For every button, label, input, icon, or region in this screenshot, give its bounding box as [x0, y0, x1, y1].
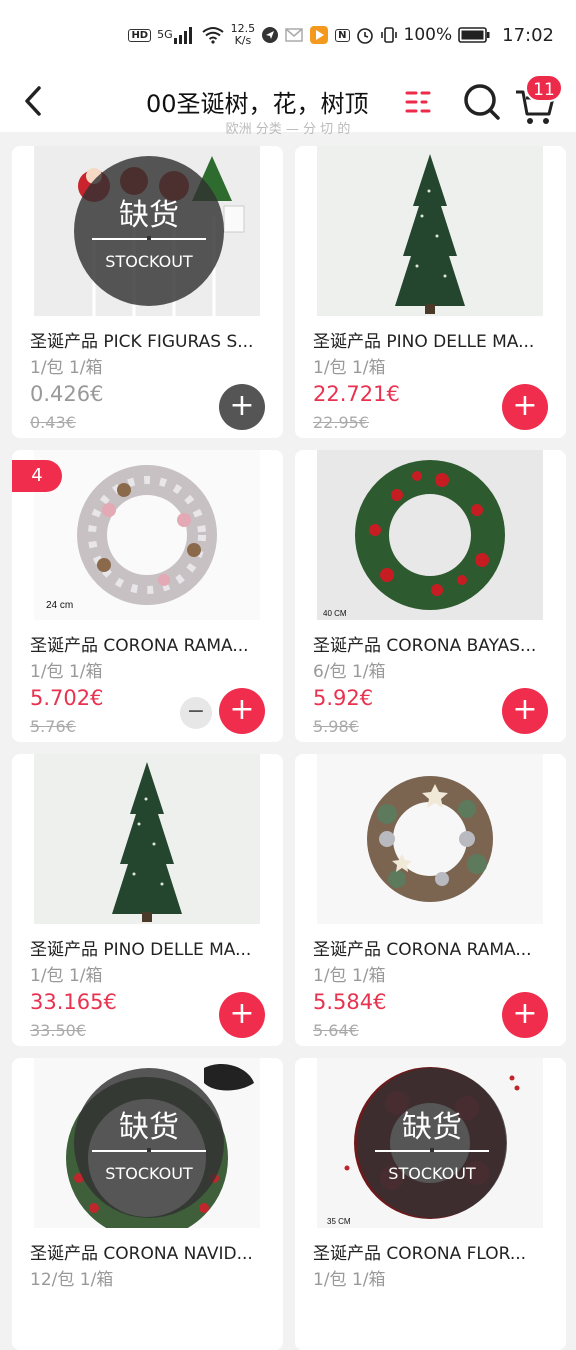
product-price: 33.165€: [30, 990, 117, 1014]
status-bar: HD 5G 12.5 K/s N 100% 17:02: [0, 0, 576, 70]
add-to-cart-button[interactable]: +: [219, 992, 265, 1038]
product-name[interactable]: 圣诞产品 PINO DELLE MA...: [313, 327, 559, 352]
product-card[interactable]: 缺货 STOCKOUT 圣诞产品 PICK FIGURAS S... 1/包 1/…: [12, 146, 283, 438]
product-pack: 1/包 1/箱: [30, 966, 103, 986]
product-card[interactable]: 35 CM 缺货 STOCKOUT 圣诞产品 CORONA FLOR... 1/包…: [295, 1058, 566, 1350]
product-old-price: 5.76€: [30, 717, 76, 736]
stockout-en: STOCKOUT: [105, 1164, 193, 1183]
product-pack: 1/包 1/箱: [313, 966, 386, 986]
hd-indicator: HD: [128, 28, 152, 42]
product-pack: 1/包 1/箱: [313, 1270, 386, 1290]
product-name[interactable]: 圣诞产品 CORONA BAYAS...: [313, 631, 559, 656]
product-image[interactable]: [317, 146, 543, 316]
product-pack: 1/包 1/箱: [30, 358, 103, 378]
product-card[interactable]: 24 cm 4 圣诞产品 CORONA RAMA... 1/包 1/箱 5.702€ 5.…: [12, 450, 283, 742]
back-icon[interactable]: [18, 84, 48, 118]
product-pack: 1/包 1/箱: [313, 358, 386, 378]
page-title: 00圣诞树，花，树顶: [146, 90, 369, 118]
product-price: 5.584€: [313, 990, 387, 1014]
product-old-price: 5.98€: [313, 717, 359, 736]
product-old-price: 0.43€: [30, 413, 76, 432]
decrease-quantity-button[interactable]: −: [180, 697, 212, 729]
battery-percent: 100%: [403, 25, 453, 45]
product-name[interactable]: 圣诞产品 CORONA RAMA...: [30, 631, 276, 656]
product-name[interactable]: 圣诞产品 PINO DELLE MA...: [30, 935, 276, 960]
stockout-en: STOCKOUT: [388, 1164, 476, 1183]
size-label: 35 CM: [327, 1217, 351, 1226]
add-to-cart-button[interactable]: +: [502, 688, 548, 734]
stockout-divider-dot: [147, 1148, 151, 1152]
product-old-price: 22.95€: [313, 413, 369, 432]
add-to-cart-button[interactable]: +: [219, 384, 265, 430]
product-price: 5.702€: [30, 686, 104, 710]
stockout-cn: 缺货: [402, 1110, 462, 1145]
stockout-en: STOCKOUT: [105, 252, 193, 271]
alarm-icon: [356, 26, 374, 44]
product-card[interactable]: 圣诞产品 PINO DELLE MA... 1/包 1/箱 33.165€ 33.50…: [12, 754, 283, 1046]
product-image[interactable]: 24 cm: [34, 450, 260, 620]
speed-unit: K/s: [234, 34, 252, 47]
cart-count-badge: 11: [525, 74, 563, 102]
location-icon: [261, 26, 279, 44]
product-card[interactable]: 圣诞产品 PINO DELLE MA... 1/包 1/箱 22.721€ 22.95…: [295, 146, 566, 438]
vibrate-icon: [380, 26, 398, 44]
clock-time: 17:02: [502, 24, 554, 46]
video-app-icon: [309, 25, 329, 45]
size-label: 24 cm: [46, 600, 73, 611]
wifi-icon: [201, 26, 225, 44]
category-hint: 欧洲 分类 — 分 切 的: [225, 122, 351, 137]
filter-menu-icon[interactable]: [404, 88, 432, 116]
search-icon[interactable]: [462, 82, 502, 122]
mail-icon: [285, 28, 303, 42]
product-price: 5.92€: [313, 686, 374, 710]
product-name[interactable]: 圣诞产品 CORONA RAMA...: [313, 935, 559, 960]
stockout-divider-dot: [147, 236, 151, 240]
product-image[interactable]: [317, 754, 543, 924]
product-card[interactable]: 40 CM 圣诞产品 CORONA BAYAS... 6/包 1/箱 5.92€ 5.9…: [295, 450, 566, 742]
product-pack: 12/包 1/箱: [30, 1270, 114, 1290]
product-price: 0.426€: [30, 382, 104, 406]
nfc-icon: N: [335, 28, 350, 42]
product-grid: 缺货 STOCKOUT 圣诞产品 PICK FIGURAS S... 1/包 1/…: [12, 146, 567, 1350]
product-old-price: 5.64€: [313, 1021, 359, 1040]
product-name[interactable]: 圣诞产品 CORONA FLOR...: [313, 1239, 559, 1264]
product-name[interactable]: 圣诞产品 CORONA NAVID...: [30, 1239, 276, 1264]
stockout-cn: 缺货: [119, 198, 179, 233]
product-pack: 6/包 1/箱: [313, 662, 386, 682]
stockout-badge: 缺货 STOCKOUT: [357, 1068, 507, 1218]
product-card[interactable]: 缺货 STOCKOUT 圣诞产品 CORONA NAVID... 12/包 1/箱: [12, 1058, 283, 1350]
product-image[interactable]: [34, 754, 260, 924]
product-name[interactable]: 圣诞产品 PICK FIGURAS S...: [30, 327, 276, 352]
stockout-divider-dot: [430, 1148, 434, 1152]
product-image[interactable]: 40 CM: [317, 450, 543, 620]
add-to-cart-button[interactable]: +: [502, 384, 548, 430]
add-to-cart-button[interactable]: +: [219, 688, 265, 734]
add-to-cart-button[interactable]: +: [502, 992, 548, 1038]
signal-icon: 5G: [157, 26, 195, 44]
network-speed: 12.5 K/s: [231, 23, 256, 47]
product-old-price: 33.50€: [30, 1021, 86, 1040]
stockout-badge: 缺货 STOCKOUT: [74, 1068, 224, 1218]
battery-icon: [458, 27, 490, 43]
network-type: 5G: [157, 28, 173, 41]
product-card[interactable]: 圣诞产品 CORONA RAMA... 1/包 1/箱 5.584€ 5.64€ +: [295, 754, 566, 1046]
cart-quantity-badge: 4: [12, 460, 62, 492]
product-pack: 1/包 1/箱: [30, 662, 103, 682]
stockout-cn: 缺货: [119, 1110, 179, 1145]
product-price: 22.721€: [313, 382, 400, 406]
stockout-badge: 缺货 STOCKOUT: [74, 156, 224, 306]
size-label: 40 CM: [323, 609, 347, 618]
